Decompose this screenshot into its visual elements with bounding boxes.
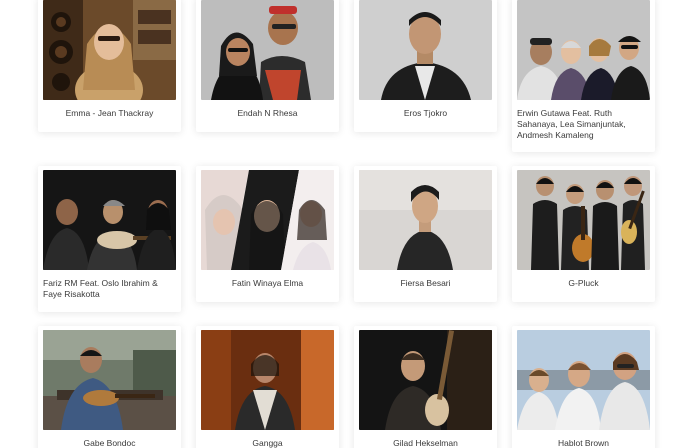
artist-photo[interactable] xyxy=(43,170,176,270)
artist-card-fariz-rm[interactable]: Fariz RM Feat. Oslo Ibrahim & Faye Risak… xyxy=(38,166,181,312)
artist-photo[interactable] xyxy=(201,330,334,430)
artist-photo[interactable] xyxy=(43,0,176,100)
artist-photo[interactable] xyxy=(359,170,492,270)
artist-photo[interactable] xyxy=(517,330,650,430)
artist-name[interactable]: Fatin Winaya Elma xyxy=(196,278,339,289)
artist-name[interactable]: Fariz RM Feat. Oslo Ibrahim & Faye Risak… xyxy=(38,278,181,300)
artist-photo[interactable] xyxy=(517,170,650,270)
artist-card-gabe-bondoc[interactable]: Gabe Bondoc xyxy=(38,326,181,448)
artist-card-gangga[interactable]: Gangga xyxy=(196,326,339,448)
artist-card-g-pluck[interactable]: G-Pluck xyxy=(512,166,655,302)
artist-name[interactable]: Gilad Hekselman xyxy=(354,438,497,448)
artist-card-fatin-winaya-elma[interactable]: Fatin Winaya Elma xyxy=(196,166,339,302)
artist-name[interactable]: Emma - Jean Thackray xyxy=(38,108,181,119)
artist-card-emma-jean-thackray[interactable]: Emma - Jean Thackray xyxy=(38,0,181,132)
artist-photo[interactable] xyxy=(517,0,650,100)
artist-photo[interactable] xyxy=(201,170,334,270)
artist-name[interactable]: Eros Tjokro xyxy=(354,108,497,119)
artist-photo[interactable] xyxy=(359,0,492,100)
artist-name[interactable]: Gabe Bondoc xyxy=(38,438,181,448)
artist-photo[interactable] xyxy=(43,330,176,430)
artist-card-eros-tjokro[interactable]: Eros Tjokro xyxy=(354,0,497,132)
artist-card-fiersa-besari[interactable]: Fiersa Besari xyxy=(354,166,497,302)
artist-card-endah-n-rhesa[interactable]: Endah N Rhesa xyxy=(196,0,339,132)
artist-card-gilad-hekselman[interactable]: Gilad Hekselman xyxy=(354,326,497,448)
artist-name[interactable]: Fiersa Besari xyxy=(354,278,497,289)
artist-photo[interactable] xyxy=(359,330,492,430)
artist-name[interactable]: Hablot Brown xyxy=(512,438,655,448)
artist-card-erwin-gutawa[interactable]: Erwin Gutawa Feat. Ruth Sahanaya, Lea Si… xyxy=(512,0,655,152)
artist-name[interactable]: Endah N Rhesa xyxy=(196,108,339,119)
artist-name[interactable]: Erwin Gutawa Feat. Ruth Sahanaya, Lea Si… xyxy=(512,108,655,141)
artist-name[interactable]: Gangga xyxy=(196,438,339,448)
artist-name[interactable]: G-Pluck xyxy=(512,278,655,289)
artist-photo[interactable] xyxy=(201,0,334,100)
artist-card-hablot-brown[interactable]: Hablot Brown xyxy=(512,326,655,448)
